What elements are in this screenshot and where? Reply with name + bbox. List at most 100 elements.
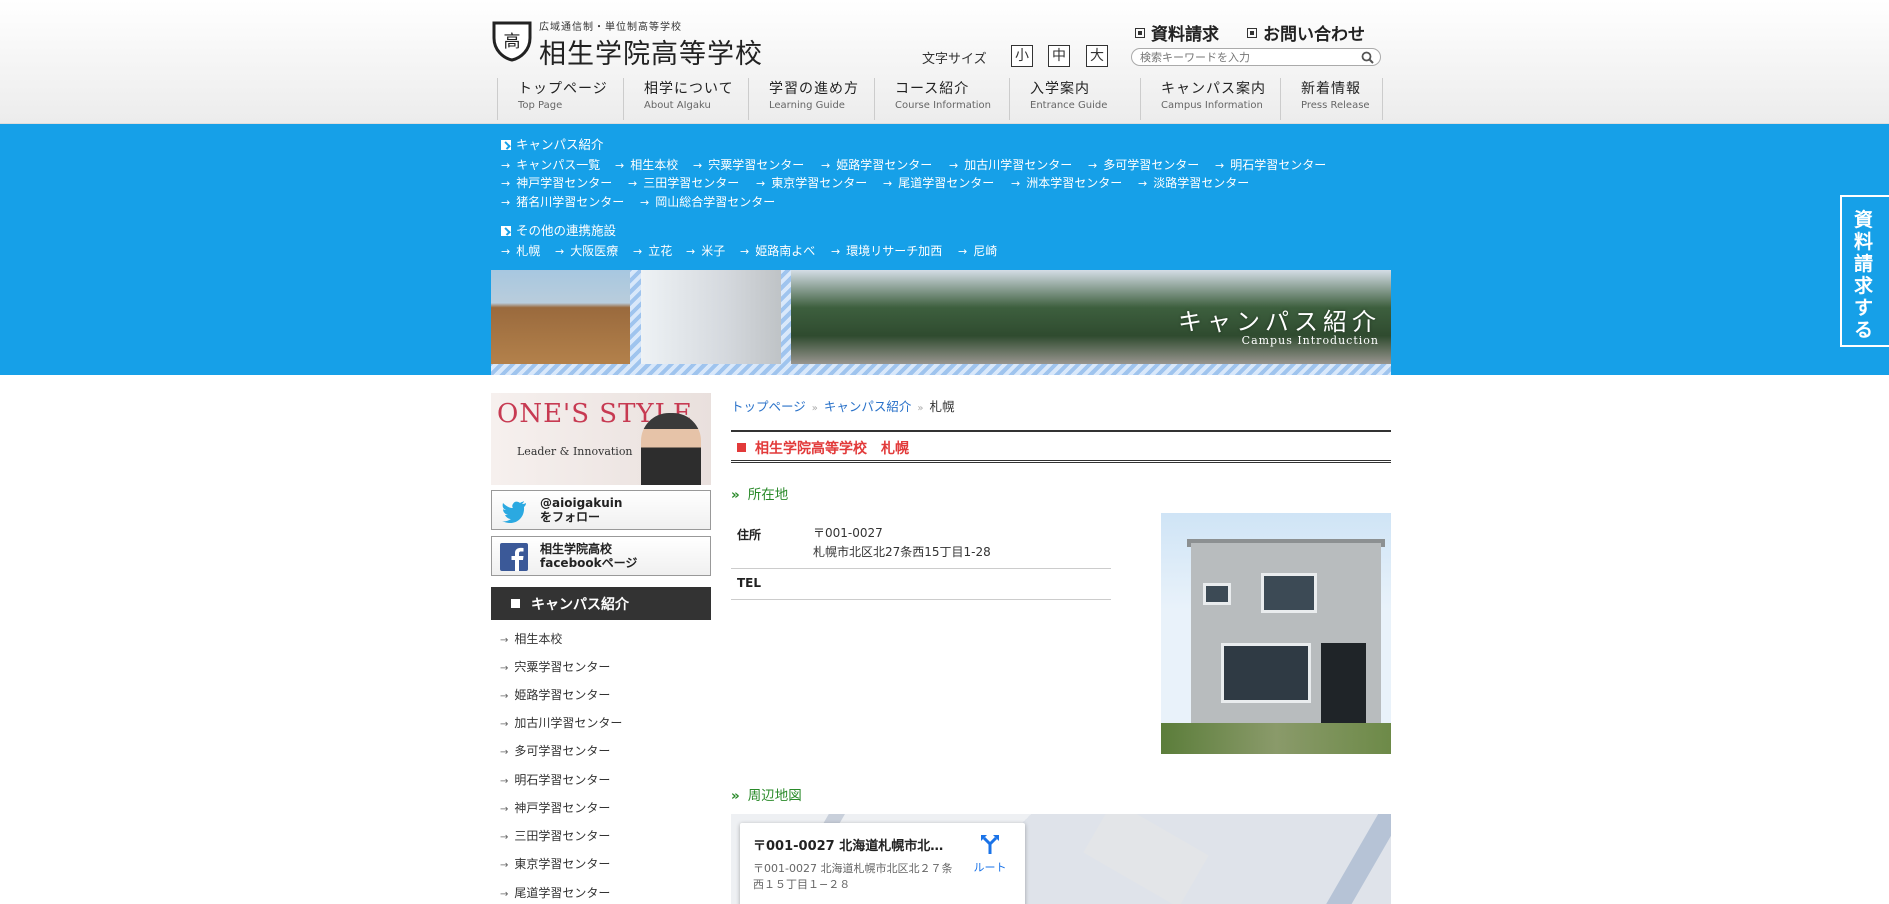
- map-info-card: 〒001-0027 北海道札幌市北区... 〒001-0027 北海道札幌市北区…: [740, 823, 1025, 904]
- request-documents-link[interactable]: 資料請求: [1135, 20, 1219, 45]
- tel-row: TEL: [731, 569, 1111, 600]
- facebook-page-button[interactable]: 相生学院高校 facebookページ: [491, 536, 711, 576]
- breadcrumb-link[interactable]: トップページ: [731, 399, 806, 414]
- sidebar-item[interactable]: 加古川学習センター: [500, 714, 710, 731]
- map-card-address: 〒001-0027 北海道札幌市北区北２７条西１５丁目１−２８: [753, 862, 953, 891]
- site-logo[interactable]: 高 広域通信制・単位制高等学校 相生学院高等学校: [491, 18, 762, 70]
- subnav-link[interactable]: 姫路学習センター: [821, 156, 932, 173]
- subnav-link[interactable]: 岡山総合学習センター: [640, 193, 775, 210]
- gnav-campus[interactable]: キャンパス案内 Campus Information: [1140, 78, 1280, 120]
- sidebar-item[interactable]: 神戸学習センター: [500, 799, 710, 816]
- map-road: [1317, 814, 1391, 904]
- partner-link[interactable]: 大阪医療: [555, 242, 618, 259]
- subnav-link[interactable]: 尾道学習センター: [883, 174, 994, 191]
- breadcrumb-link[interactable]: キャンパス紹介: [824, 399, 912, 414]
- location-table: 住所 〒001-0027 札幌市北区北27条西15丁目1-28 TEL: [731, 517, 1111, 600]
- subnav-link[interactable]: 明石学習センター: [1215, 156, 1326, 173]
- gnav-sublabel: About AIgaku: [644, 100, 711, 111]
- sidebar-item[interactable]: 相生本校: [500, 630, 710, 647]
- gnav-about[interactable]: 相学について About AIgaku: [623, 78, 748, 120]
- map-block: [1083, 814, 1209, 904]
- subnav-link[interactable]: 淡路学習センター: [1138, 174, 1249, 191]
- subnav-link[interactable]: 洲本学習センター: [1011, 174, 1122, 191]
- twitter-follow-label: をフォロー: [540, 510, 601, 524]
- breadcrumb-separator-icon: »: [917, 403, 924, 414]
- gnav-course[interactable]: コース紹介 Course Information: [874, 78, 1009, 120]
- font-size-large-button[interactable]: 大: [1086, 45, 1108, 67]
- gnav-sublabel: Entrance Guide: [1030, 100, 1108, 111]
- twitter-follow-button[interactable]: @aioigakuin をフォロー: [491, 490, 711, 530]
- breadcrumb-separator-icon: »: [811, 403, 818, 414]
- check-box-icon: [501, 140, 511, 150]
- subnav-link[interactable]: 宍粟学習センター: [693, 156, 804, 173]
- sidebar-item[interactable]: 明石学習センター: [500, 771, 710, 788]
- photo-window: [1261, 573, 1317, 613]
- sidebar-item[interactable]: 多可学習センター: [500, 742, 710, 759]
- subnav-link[interactable]: 加古川学習センター: [949, 156, 1072, 173]
- facebook-name: 相生学院高校: [540, 542, 613, 556]
- subnav-link[interactable]: 神戸学習センター: [501, 174, 612, 191]
- font-size-small-button[interactable]: 小: [1011, 45, 1033, 67]
- search-icon[interactable]: [1361, 51, 1374, 64]
- partner-link[interactable]: 姫路南よべ: [740, 242, 815, 259]
- sidebar-item[interactable]: 東京学習センター: [500, 855, 710, 872]
- sidebar-item[interactable]: 姫路学習センター: [500, 686, 710, 703]
- request-documents-side-tab[interactable]: 資料請求する: [1840, 195, 1889, 347]
- gnav-label: 入学案内: [1030, 81, 1090, 97]
- subnav-heading-label: キャンパス紹介: [516, 137, 604, 152]
- contact-label: お問い合わせ: [1263, 25, 1365, 45]
- photo-door: [1321, 643, 1366, 733]
- photo-ground: [1161, 723, 1391, 754]
- hero-subtitle: Campus Introduction: [1241, 334, 1379, 347]
- street-address: 札幌市北区北27条西15丁目1-28: [813, 545, 991, 559]
- logo-subtitle: 広域通信制・単位制高等学校: [539, 22, 682, 33]
- font-size-label: 文字サイズ: [922, 52, 987, 67]
- subnav-link[interactable]: 多可学習センター: [1088, 156, 1199, 173]
- check-box-icon: [501, 226, 511, 236]
- partner-link[interactable]: 環境リサーチ加西: [831, 242, 942, 259]
- gnav-entrance[interactable]: 入学案内 Entrance Guide: [1009, 78, 1140, 120]
- svg-text:高: 高: [504, 32, 521, 52]
- contact-link[interactable]: お問い合わせ: [1247, 20, 1365, 45]
- map-route-label: ルート: [973, 861, 1007, 874]
- subnav-link[interactable]: 相生本校: [615, 156, 678, 173]
- subnav-campus-heading[interactable]: キャンパス紹介: [501, 134, 604, 153]
- partner-link[interactable]: 札幌: [501, 242, 540, 259]
- surrounding-map[interactable]: 〒001-0027 北海道札幌市北区... 〒001-0027 北海道札幌市北区…: [731, 814, 1391, 904]
- gnav-label: トップページ: [518, 81, 608, 97]
- font-size-medium-button[interactable]: 中: [1048, 45, 1070, 67]
- header-links: 資料請求 お問い合わせ: [1135, 20, 1395, 45]
- map-route-button[interactable]: ルート: [965, 833, 1015, 875]
- partner-link[interactable]: 米子: [686, 242, 725, 259]
- request-documents-label: 資料請求: [1151, 25, 1219, 45]
- subnav-heading-label: その他の連携施設: [516, 223, 617, 238]
- search-input[interactable]: [1140, 50, 1355, 64]
- photo-window: [1221, 643, 1311, 703]
- gnav-top-page[interactable]: トップページ Top Page: [497, 78, 623, 120]
- banner-caption: Leader & Innovation: [517, 445, 633, 458]
- subnav-link[interactable]: 三田学習センター: [628, 174, 739, 191]
- hero-photo-campus: キャンパス紹介 Campus Introduction: [791, 270, 1391, 364]
- subnav-link[interactable]: 猪名川学習センター: [501, 193, 624, 210]
- gnav-sublabel: Campus Information: [1161, 100, 1263, 111]
- gnav-learning[interactable]: 学習の進め方 Learning Guide: [748, 78, 874, 120]
- sidebar-item[interactable]: 宍粟学習センター: [500, 658, 710, 675]
- subnav-link[interactable]: キャンパス一覧: [501, 156, 600, 173]
- sidebar-heading-label: キャンパス紹介: [531, 597, 629, 613]
- subnav-partner-heading[interactable]: その他の連携施設: [501, 220, 616, 239]
- partner-link[interactable]: 立花: [633, 242, 672, 259]
- partner-link[interactable]: 尼崎: [958, 242, 997, 259]
- sidebar-item[interactable]: 三田学習センター: [500, 827, 710, 844]
- search-box: [1131, 48, 1381, 66]
- sidebar-item[interactable]: 尾道学習センター: [500, 884, 710, 901]
- gnav-label: キャンパス案内: [1161, 81, 1266, 97]
- square-bullet-icon: [511, 599, 520, 608]
- gnav-sublabel: Press Release: [1301, 100, 1370, 111]
- gnav-news[interactable]: 新着情報 Press Release: [1280, 78, 1383, 120]
- gnav-sublabel: Top Page: [518, 100, 563, 111]
- subnav-link[interactable]: 東京学習センター: [756, 174, 867, 191]
- page-title: 相生学院高等学校 札幌: [755, 441, 909, 457]
- twitter-text: @aioigakuin をフォロー: [540, 496, 622, 524]
- hero-photo-building-1: [491, 270, 630, 364]
- ones-style-banner[interactable]: ONE'S STYLE Leader & Innovation: [491, 393, 711, 485]
